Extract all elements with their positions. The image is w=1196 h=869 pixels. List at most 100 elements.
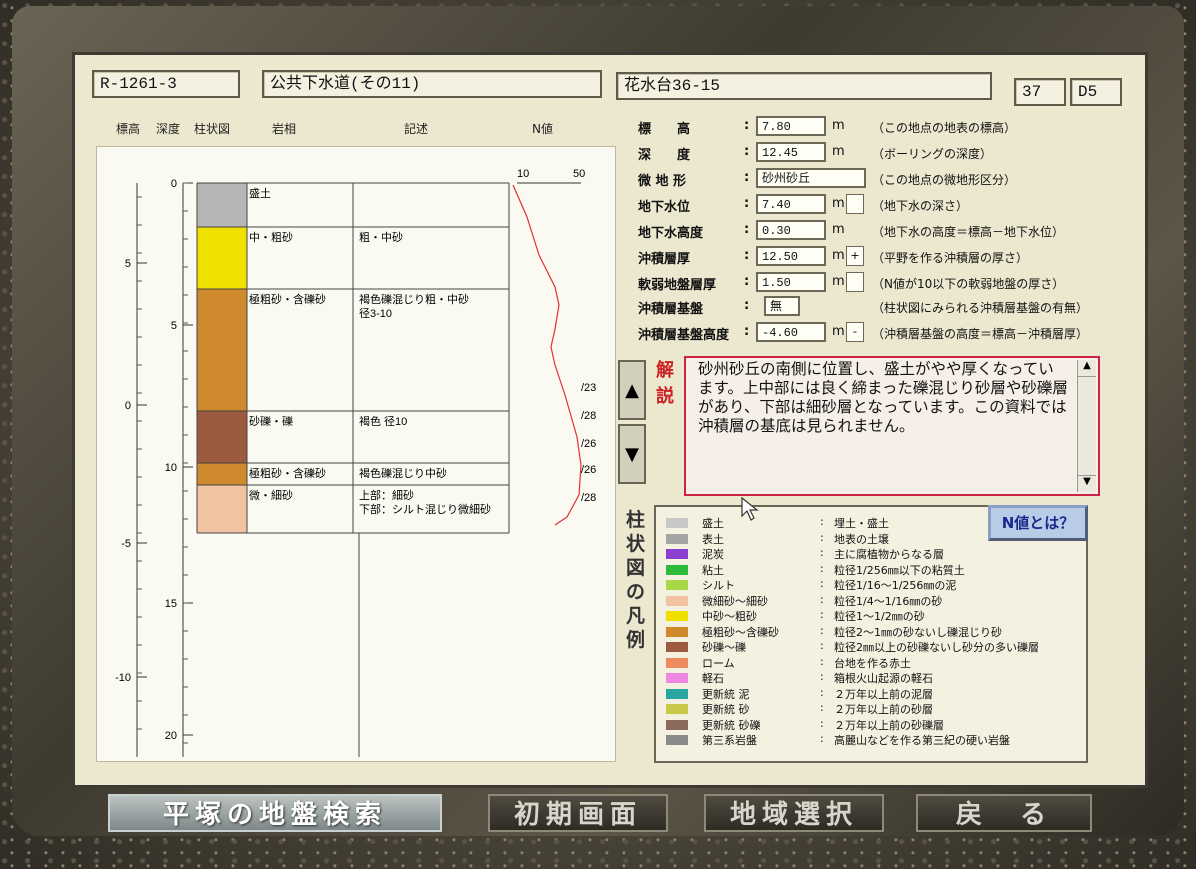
layer-swatch: [197, 289, 247, 411]
legend-colon: :: [820, 608, 824, 621]
layer-swatch: [197, 411, 247, 463]
legend-swatch: [666, 564, 688, 575]
legend-swatch: [666, 704, 688, 714]
description-box[interactable]: 砂州砂丘の南側に位置し、盛土がやや厚くなっています。上中部には良く締まった礫混じ…: [684, 356, 1100, 496]
info-colon: :: [744, 324, 750, 339]
nvalue-label: /23: [581, 382, 596, 394]
nvalue-labels: /23/28/26/26/28: [581, 382, 596, 504]
scroll-up-button[interactable]: ▲: [618, 360, 646, 420]
legend-desc: 粒径2～1㎜の砂ないし礫混じり砂: [834, 625, 1002, 639]
legend-swatch: [666, 611, 688, 621]
legend-colon: :: [820, 561, 824, 575]
nvalue-curve: [512, 184, 582, 526]
legend-name: 表土: [702, 532, 724, 546]
info-checkbox[interactable]: [846, 272, 864, 292]
legend-name: 盛土: [702, 517, 724, 530]
legend-colon: :: [820, 546, 824, 559]
col-nvalue: N値: [532, 122, 553, 136]
col-rock: 岩相: [272, 122, 297, 136]
legend-desc: 粒径1/256㎜以下の粘質土: [834, 563, 965, 577]
legend-swatch: [666, 642, 688, 652]
info-label: 深 度: [638, 148, 691, 163]
info-checkbox[interactable]: [846, 194, 864, 214]
layer-desc-label: 褐色礫混じり粗・中砂: [359, 292, 469, 306]
info-colon: :: [744, 170, 750, 185]
legend-name: 泥炭: [702, 548, 724, 561]
layer-desc-label: 下部：シルト混じり微細砂: [359, 502, 491, 516]
info-checkbox[interactable]: +: [846, 246, 864, 266]
layer-rock-label: 盛土: [249, 186, 271, 200]
col-depth: 深度: [156, 122, 181, 136]
info-label: 微 地 形: [638, 174, 687, 189]
scroll-down-arrow-icon[interactable]: ▼: [1078, 475, 1096, 492]
jiban-search-button[interactable]: 平塚の地盤検索: [108, 794, 442, 832]
info-colon: :: [744, 248, 750, 263]
layer-rock-label: 砂礫・礫: [249, 414, 293, 428]
info-colon: :: [744, 274, 750, 289]
layer-desc-label: 径3-10: [359, 307, 392, 320]
legend-colon: :: [820, 732, 824, 745]
layer-desc-label: 褐色 径10: [359, 414, 407, 428]
elev-tick-label: -10: [115, 672, 131, 684]
layer-desc-label: 上部：細砂: [359, 488, 414, 502]
legend-name: 第三系岩盤: [702, 734, 757, 747]
legend-desc: 台地を作る赤土: [834, 656, 911, 670]
legend-box: 盛土: 埋土・盛土 表土: 地表の土壌 泥炭: 主に腐植物からなる層 粘土: 粒径1/256㎜…: [654, 505, 1088, 763]
initial-screen-button[interactable]: 初期画面: [488, 794, 668, 832]
col-column: 柱状図: [194, 122, 231, 136]
legend-colon: :: [820, 592, 824, 606]
mouse-cursor-icon: [741, 496, 759, 521]
nscale-50: 50: [573, 168, 585, 180]
nvalue-help-button[interactable]: N値とは？: [988, 505, 1088, 541]
project-field: 公共下水道(その11): [262, 70, 602, 98]
info-checkbox[interactable]: -: [846, 322, 864, 342]
info-value: 12.50: [756, 246, 826, 266]
info-label: 沖積層基盤高度: [638, 328, 730, 343]
info-unit: m: [832, 118, 845, 133]
legend-colon: :: [820, 639, 824, 652]
depth-tick-label: 5: [171, 320, 177, 332]
elev-tick-label: -5: [121, 538, 131, 550]
info-unit: m: [832, 248, 845, 263]
legend-colon: :: [820, 670, 824, 683]
legend-swatch: [666, 549, 688, 559]
legend-desc: 粒径2㎜以上の砂礫ないし砂分の多い礫層: [834, 641, 1039, 654]
back-button[interactable]: 戻 る: [916, 794, 1092, 832]
legend-swatch: [666, 657, 688, 668]
layer-desc-label: 褐色礫混じり中砂: [359, 466, 447, 480]
legend-desc: 埋土・盛土: [834, 517, 889, 530]
info-label: 地下水高度: [638, 226, 704, 241]
info-label: 沖積層基盤: [638, 302, 704, 317]
layer-rock-label: 微・細砂: [249, 488, 293, 502]
layer-rock-label: 極粗砂・含礫砂: [249, 292, 326, 306]
legend-swatch: [666, 580, 688, 590]
depth-tick-label: 20: [165, 730, 177, 742]
legend-desc: 地表の土壌: [834, 532, 889, 546]
info-value: 1.50: [756, 272, 826, 292]
scroll-up-arrow-icon[interactable]: ▲: [1078, 360, 1096, 377]
nvalue-label: /28: [581, 492, 596, 504]
legend-name: シルト: [702, 579, 735, 592]
legend-colon: :: [820, 685, 824, 699]
legend-swatch: [666, 688, 688, 699]
info-value: 7.40: [756, 194, 826, 214]
info-unit: m: [832, 196, 845, 211]
layer-rock-label: 極粗砂・含礫砂: [249, 466, 326, 480]
nvalue-label: /28: [581, 410, 596, 422]
legend-colon: :: [820, 515, 824, 528]
legend-colon: :: [820, 701, 824, 714]
description-scrollbar[interactable]: ▲ ▼: [1077, 360, 1096, 492]
legend-desc: ２万年以上前の砂層: [834, 703, 933, 716]
info-unit: m: [832, 144, 845, 159]
layer-swatch: [197, 227, 247, 289]
info-note: （N値が10以下の軟弱地盤の厚さ）: [872, 277, 1065, 291]
info-colon: :: [744, 222, 750, 237]
legend-colon: :: [820, 716, 824, 730]
info-value: 7.80: [756, 116, 826, 136]
legend-name: 中砂～粗砂: [702, 610, 757, 623]
scroll-down-button[interactable]: ▼: [618, 424, 646, 484]
legend-swatch: [666, 673, 688, 683]
legend-name: 砂礫～礫: [702, 641, 746, 654]
legend-name: 更新統 砂礫: [702, 718, 761, 732]
region-select-button[interactable]: 地域選択: [704, 794, 884, 832]
